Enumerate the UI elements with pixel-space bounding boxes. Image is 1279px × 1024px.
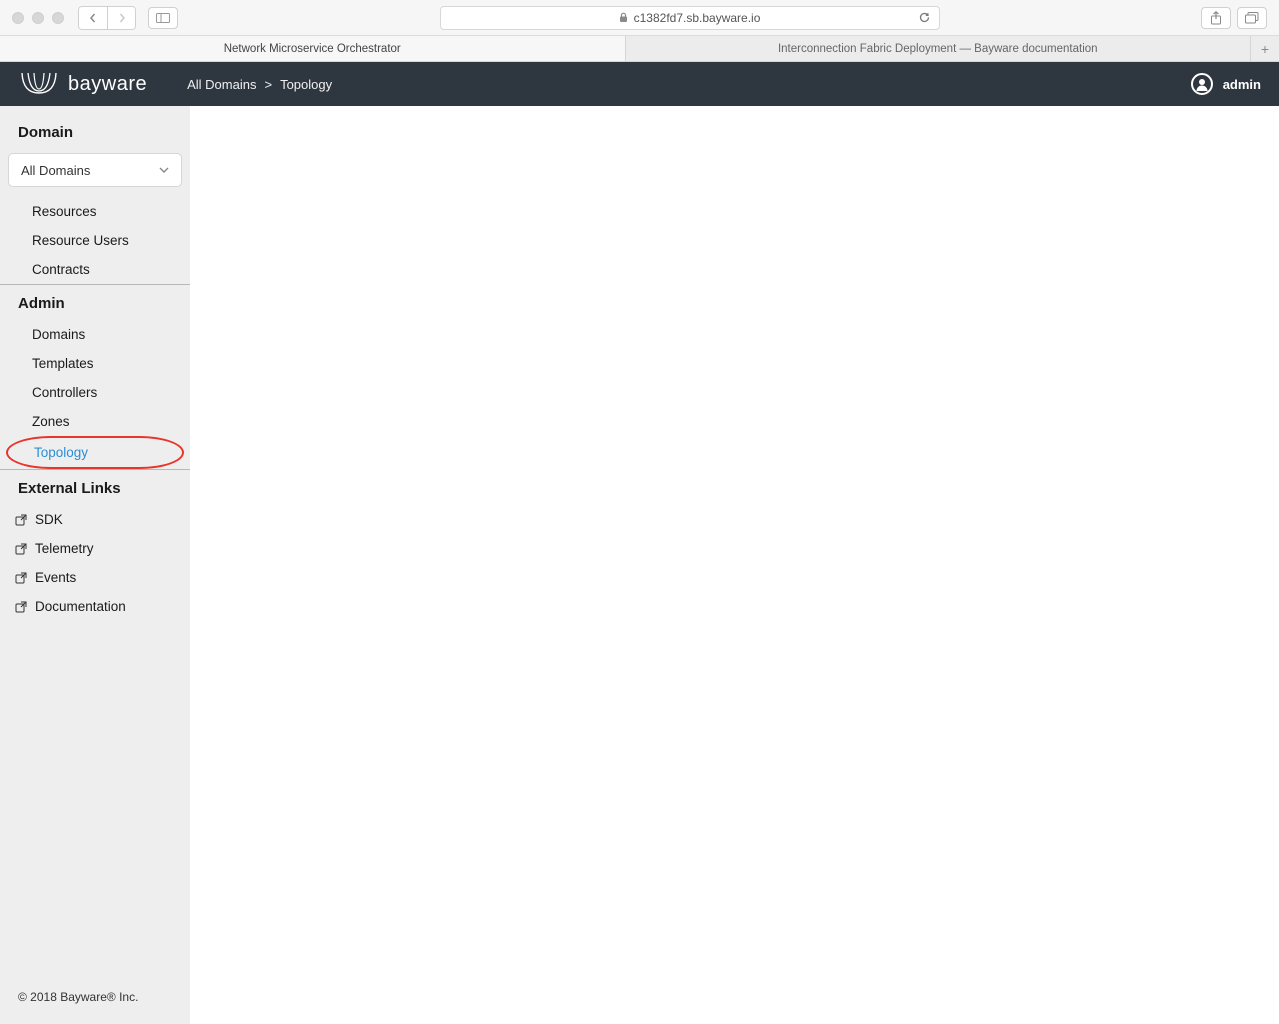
breadcrumb: All Domains > Topology xyxy=(187,77,332,92)
external-link-sdk[interactable]: SDK xyxy=(0,505,190,534)
external-link-icon xyxy=(14,571,27,584)
window-controls xyxy=(12,12,64,24)
toolbar-right xyxy=(1201,7,1267,29)
browser-toolbar: c1382fd7.sb.bayware.io xyxy=(0,0,1279,36)
domain-select[interactable]: All Domains xyxy=(8,153,182,187)
chevron-down-icon xyxy=(159,167,169,173)
minimize-window-icon[interactable] xyxy=(32,12,44,24)
external-link-telemetry[interactable]: Telemetry xyxy=(0,534,190,563)
external-link-events[interactable]: Events xyxy=(0,563,190,592)
external-nav: SDK Telemetry Events Documentation xyxy=(0,505,190,621)
browser-tab[interactable]: Interconnection Fabric Deployment — Bayw… xyxy=(626,36,1252,61)
sidebar-item-resources[interactable]: Resources xyxy=(0,197,190,226)
sidebar-item-label: Domains xyxy=(32,327,85,342)
app-header: bayware All Domains > Topology admin xyxy=(0,62,1279,106)
domain-nav: Resources Resource Users Contracts xyxy=(0,197,190,285)
sidebar-item-contracts[interactable]: Contracts xyxy=(0,255,190,284)
sidebar-item-topology[interactable]: Topology xyxy=(6,436,184,469)
external-link-documentation[interactable]: Documentation xyxy=(0,592,190,621)
external-link-label: Documentation xyxy=(35,599,126,614)
section-title-admin: Admin xyxy=(0,289,190,320)
sidebar: Domain All Domains Resources Resource Us… xyxy=(0,106,190,1024)
sidebar-item-zones[interactable]: Zones xyxy=(0,407,190,436)
external-link-label: SDK xyxy=(35,512,63,527)
tab-title: Interconnection Fabric Deployment — Bayw… xyxy=(778,43,1098,55)
user-menu[interactable]: admin xyxy=(1191,73,1261,95)
refresh-icon[interactable] xyxy=(918,11,931,24)
sidebar-item-label: Templates xyxy=(32,356,94,371)
tab-title: Network Microservice Orchestrator xyxy=(224,43,401,55)
breadcrumb-root[interactable]: All Domains xyxy=(187,77,256,92)
user-name: admin xyxy=(1223,77,1261,92)
sidebar-item-label: Controllers xyxy=(32,385,97,400)
main-content xyxy=(190,106,1279,1024)
url-text: c1382fd7.sb.bayware.io xyxy=(634,11,761,25)
sidebar-item-controllers[interactable]: Controllers xyxy=(0,378,190,407)
forward-button[interactable] xyxy=(107,7,135,29)
sidebar-item-label: Resource Users xyxy=(32,233,129,248)
nav-buttons xyxy=(78,6,136,30)
new-tab-button[interactable]: + xyxy=(1251,36,1279,61)
sidebar-item-label: Contracts xyxy=(32,262,90,277)
sidebar-item-domains[interactable]: Domains xyxy=(0,320,190,349)
external-link-icon xyxy=(14,600,27,613)
logo[interactable]: bayware xyxy=(18,71,147,97)
section-title-domain: Domain xyxy=(0,118,190,149)
browser-tab[interactable]: Network Microservice Orchestrator xyxy=(0,36,626,61)
lock-icon xyxy=(619,12,628,23)
maximize-window-icon[interactable] xyxy=(52,12,64,24)
admin-nav: Domains Templates Controllers Zones Topo… xyxy=(0,320,190,470)
domain-select-value: All Domains xyxy=(21,163,90,178)
back-button[interactable] xyxy=(79,7,107,29)
logo-text: bayware xyxy=(68,73,147,96)
external-link-icon xyxy=(14,542,27,555)
user-icon xyxy=(1191,73,1213,95)
external-link-label: Events xyxy=(35,570,76,585)
close-window-icon[interactable] xyxy=(12,12,24,24)
sidebar-item-templates[interactable]: Templates xyxy=(0,349,190,378)
logo-icon xyxy=(18,71,60,97)
share-button[interactable] xyxy=(1201,7,1231,29)
sidebar-toggle-button[interactable] xyxy=(148,7,178,29)
tabs-button[interactable] xyxy=(1237,7,1267,29)
sidebar-footer: © 2018 Bayware® Inc. xyxy=(0,980,190,1014)
app-body: Domain All Domains Resources Resource Us… xyxy=(0,106,1279,1024)
external-link-label: Telemetry xyxy=(35,541,94,556)
section-title-external: External Links xyxy=(0,474,190,505)
sidebar-item-label: Resources xyxy=(32,204,97,219)
breadcrumb-separator: > xyxy=(264,77,272,92)
breadcrumb-current: Topology xyxy=(280,77,332,92)
browser-tabs: Network Microservice Orchestrator Interc… xyxy=(0,36,1279,62)
sidebar-item-label: Zones xyxy=(32,414,70,429)
address-bar[interactable]: c1382fd7.sb.bayware.io xyxy=(440,6,940,30)
sidebar-item-resource-users[interactable]: Resource Users xyxy=(0,226,190,255)
external-link-icon xyxy=(14,513,27,526)
sidebar-item-label: Topology xyxy=(34,445,88,460)
